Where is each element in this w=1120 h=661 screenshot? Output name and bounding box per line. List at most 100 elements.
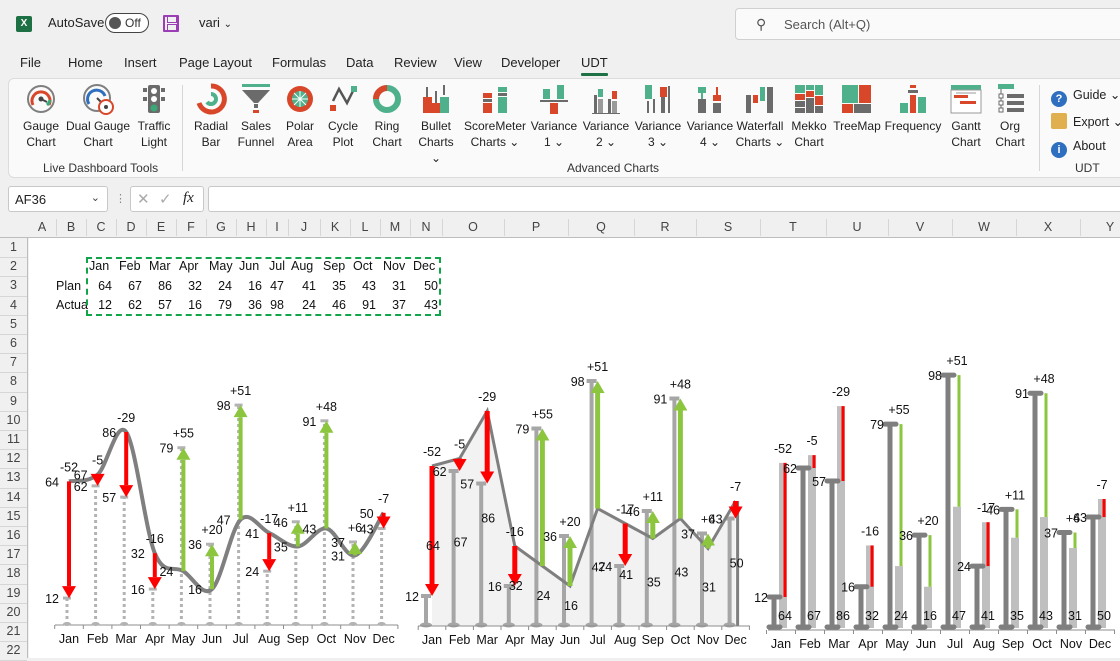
actual-value-label: 62: [783, 462, 797, 476]
chart-1-x-tick-label: Nov: [344, 632, 367, 646]
actual-value-label: 46: [274, 516, 288, 530]
chart-2-x-tick-label: Dec: [724, 633, 746, 647]
chart-1-x-tick-label: Jun: [202, 632, 222, 646]
actual-value-label: 62: [433, 465, 447, 479]
variance-label: +48: [316, 400, 337, 414]
variance-label: -7: [730, 480, 741, 494]
actual-base-cap: [585, 622, 598, 628]
plan-value-label: 43: [1039, 609, 1053, 623]
actual-value-label: 12: [45, 592, 59, 606]
chart-3-x-tick-label: Feb: [799, 637, 821, 651]
chart-1-x-tick-label: May: [172, 632, 196, 646]
actual-base-cap: [177, 622, 186, 626]
actual-base-cap: [91, 622, 100, 626]
actual-value-label: 98: [217, 399, 231, 413]
variance-label: -16: [146, 532, 164, 546]
chart-3-x-tick-label: Apr: [858, 637, 877, 651]
variance-arrow-head: [262, 559, 277, 572]
variance-label: +11: [1005, 488, 1025, 502]
actual-value-label: 37: [331, 536, 345, 550]
actual-value-label: 98: [928, 369, 942, 383]
actual-base-cap: [668, 622, 681, 628]
variance-label: +55: [888, 403, 909, 417]
chart-1-x-tick-label: Sep: [287, 632, 309, 646]
plan-value-label: 16: [188, 583, 202, 597]
plan-value-label: 47: [952, 609, 966, 623]
variance-label: -29: [478, 390, 496, 404]
chart-2-x-tick-label: Oct: [671, 633, 691, 647]
actual-base-cap: [696, 622, 708, 628]
plan-value-label: 31: [1068, 609, 1082, 623]
actual-base-cap: [530, 622, 543, 628]
plan-value-label: 64: [778, 609, 792, 623]
actual-base-cap: [320, 622, 329, 626]
actual-base-cap: [558, 622, 570, 628]
chart-1-x-tick-label: Jul: [233, 632, 249, 646]
actual-value-label: 98: [571, 375, 585, 389]
chart-2-x-tick-label: Aug: [614, 633, 636, 647]
actual-value-label: 37: [681, 528, 695, 542]
plan-value-label: 86: [481, 512, 495, 526]
plan-value-label: 43: [674, 565, 688, 579]
variance-label: -7: [378, 492, 389, 506]
actual-base-cap: [148, 622, 157, 626]
chart-3-x-tick-label: Jun: [916, 637, 936, 651]
chart-2-x-tick-label: Mar: [476, 633, 498, 647]
chart-3-x-tick-label: Mar: [828, 637, 850, 651]
plan-value-label: 32: [509, 579, 523, 593]
variance-label: +51: [230, 384, 251, 398]
variance-label: -29: [832, 385, 850, 399]
plan-value-label: 32: [865, 609, 879, 623]
chart-3-x-tick-label: Nov: [1060, 637, 1083, 651]
variance-arrow-head: [319, 420, 334, 433]
plan-value-label: 16: [923, 609, 937, 623]
variance-arrow-head: [119, 485, 134, 498]
actual-value-label: 12: [405, 590, 419, 604]
actual-base-cap: [377, 622, 386, 626]
chart-3-x-tick-label: Dec: [1089, 637, 1111, 651]
plan-value-label: 35: [1010, 609, 1024, 623]
chart-2-x-tick-label: Sep: [642, 633, 664, 647]
variance-arrow-head: [233, 405, 248, 418]
actual-value-label: 79: [515, 423, 529, 437]
variance-label: +51: [946, 354, 967, 368]
chart-3-x-tick-label: May: [885, 637, 909, 651]
plan-value-label: 35: [274, 540, 288, 554]
actual-value-label: 91: [653, 393, 667, 407]
variance-label: -5: [806, 434, 817, 448]
actual-base-cap: [723, 622, 736, 628]
actual-base-cap: [502, 622, 515, 628]
plan-value-label: 31: [331, 549, 345, 563]
chart-3-x-tick-label: Sep: [1002, 637, 1024, 651]
actual-base-cap: [613, 622, 626, 628]
variance-label: -52: [423, 445, 441, 459]
plan-value-label: 41: [981, 609, 995, 623]
actual-base-cap: [640, 622, 653, 628]
plan-value-label: 64: [426, 539, 440, 553]
actual-value-label: 79: [159, 442, 173, 456]
charts-layer: Jan Feb Mar Apr May Jun Jul Aug Sep Oct Nov Dec -52 6…: [45, 354, 1115, 651]
actual-value-label: 91: [302, 415, 316, 429]
variance-label: -29: [117, 411, 135, 425]
actual-base-cap: [447, 622, 460, 628]
plan-value-label: 86: [102, 426, 116, 440]
actual-value-label: 12: [754, 591, 768, 605]
actual-value-label: 36: [899, 529, 913, 543]
chart-3-actual-vs-plan-bars: Jan Feb Mar Apr May Jun Jul Aug Sep Oct Nov Dec -52 6…: [754, 354, 1115, 651]
actual-base-cap: [475, 622, 488, 628]
actual-value-label: 46: [986, 503, 1000, 517]
actual-base-cap: [206, 622, 214, 626]
chart-1-x-tick-label: Dec: [372, 632, 394, 646]
actual-base-cap: [291, 622, 300, 626]
variance-label: +20: [559, 515, 580, 529]
plan-smooth-line: [68, 427, 386, 594]
actual-value-label: 24: [598, 560, 612, 574]
chart-2-x-tick-label: Jun: [560, 633, 580, 647]
plan-value-label: 16: [564, 599, 578, 613]
variance-label: +51: [587, 360, 608, 374]
plan-value-label: 67: [454, 535, 468, 549]
chart-1-x-tick-label: Mar: [115, 632, 137, 646]
actual-base-cap: [349, 622, 357, 626]
chart-1-x-tick-label: Feb: [87, 632, 109, 646]
actual-value-label: 24: [957, 560, 971, 574]
